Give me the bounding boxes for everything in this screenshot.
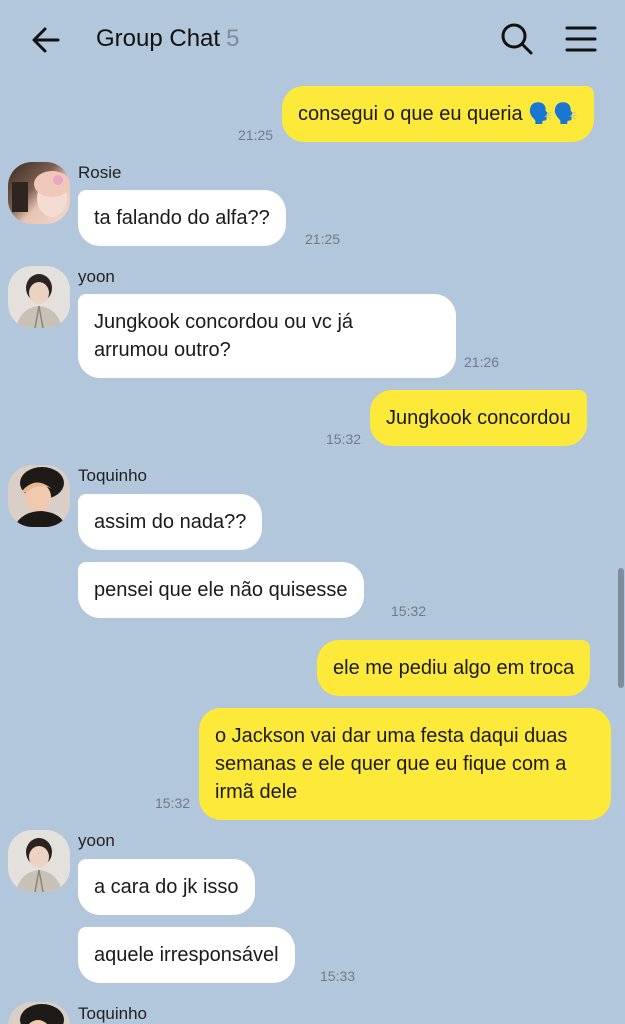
message-text: pensei que ele não quisesse — [94, 579, 348, 601]
message-text: a cara do jk isso — [94, 876, 239, 898]
avatar-image — [20, 1004, 64, 1024]
avatar-image — [12, 171, 70, 217]
message-timestamp: 15:33 — [320, 968, 356, 984]
avatar-yoon[interactable] — [8, 830, 70, 892]
avatar-image — [16, 838, 62, 892]
avatar-image — [14, 467, 66, 527]
sender-name: yoon — [78, 267, 115, 286]
back-button[interactable] — [28, 22, 64, 58]
chat-header: Group Chat 5 — [0, 0, 625, 78]
message-text: Jungkook concordou — [386, 407, 571, 429]
incoming-message[interactable]: aquele irresponsável — [78, 927, 295, 983]
message-text: ele me pediu algo em troca — [333, 657, 575, 679]
chat-title: Group Chat 5 — [96, 22, 239, 56]
message-timestamp: 15:32 — [391, 603, 427, 619]
incoming-message[interactable]: ta falando do alfa?? — [78, 190, 286, 246]
avatar-rosie[interactable] — [8, 162, 70, 224]
sender-name: Rosie — [78, 163, 122, 182]
hamburger-menu-icon — [565, 26, 597, 52]
message-text-line: arrumou outro? — [94, 339, 231, 361]
search-icon — [501, 23, 533, 55]
incoming-message[interactable]: assim do nada?? — [78, 494, 263, 550]
message-text-line: irmã dele — [215, 781, 298, 803]
incoming-message[interactable]: a cara do jk isso — [78, 859, 255, 915]
message-timestamp: 15:32 — [326, 431, 362, 447]
message-timestamp: 21:25 — [305, 231, 341, 247]
message-text-line: o Jackson vai dar uma festa daqui duas — [215, 725, 568, 747]
sender-name: Toquinho — [78, 466, 148, 485]
message-text-line: Jungkook concordou ou vc já — [94, 311, 354, 333]
outgoing-message[interactable]: o Jackson vai dar uma festa daqui duas s… — [199, 708, 611, 820]
avatar-toquinho[interactable] — [8, 1002, 70, 1024]
sender-name: Toquinho — [78, 1004, 148, 1023]
outgoing-message[interactable]: consegui o que eu queria 🗣️🗣️ — [282, 86, 594, 142]
chat-title-text: Group Chat — [96, 25, 221, 52]
message-text: assim do nada?? — [94, 511, 247, 533]
incoming-message[interactable]: Jungkook concordou ou vc já arrumou outr… — [78, 294, 456, 378]
message-text-line: semanas e ele quer que eu fique com a — [215, 753, 567, 775]
scrollbar[interactable] — [618, 568, 624, 688]
message-text: ta falando do alfa?? — [94, 207, 270, 229]
message-text: consegui o que eu queria 🗣️🗣️ — [298, 103, 578, 125]
message-text: aquele irresponsável — [94, 944, 279, 966]
incoming-message[interactable]: pensei que ele não quisesse — [78, 562, 364, 618]
arrow-left-icon — [32, 27, 60, 53]
avatar-image — [16, 274, 62, 328]
search-button[interactable] — [498, 20, 536, 58]
sender-name: yoon — [78, 831, 115, 850]
message-timestamp: 15:32 — [155, 795, 191, 811]
member-count: 5 — [226, 25, 240, 52]
message-timestamp: 21:26 — [464, 354, 500, 370]
avatar-toquinho[interactable] — [8, 465, 70, 527]
avatar-yoon[interactable] — [8, 266, 70, 328]
outgoing-message[interactable]: ele me pediu algo em troca — [317, 640, 591, 696]
message-timestamp: 21:25 — [238, 127, 274, 143]
outgoing-message[interactable]: Jungkook concordou — [370, 390, 587, 446]
menu-button[interactable] — [562, 20, 600, 58]
